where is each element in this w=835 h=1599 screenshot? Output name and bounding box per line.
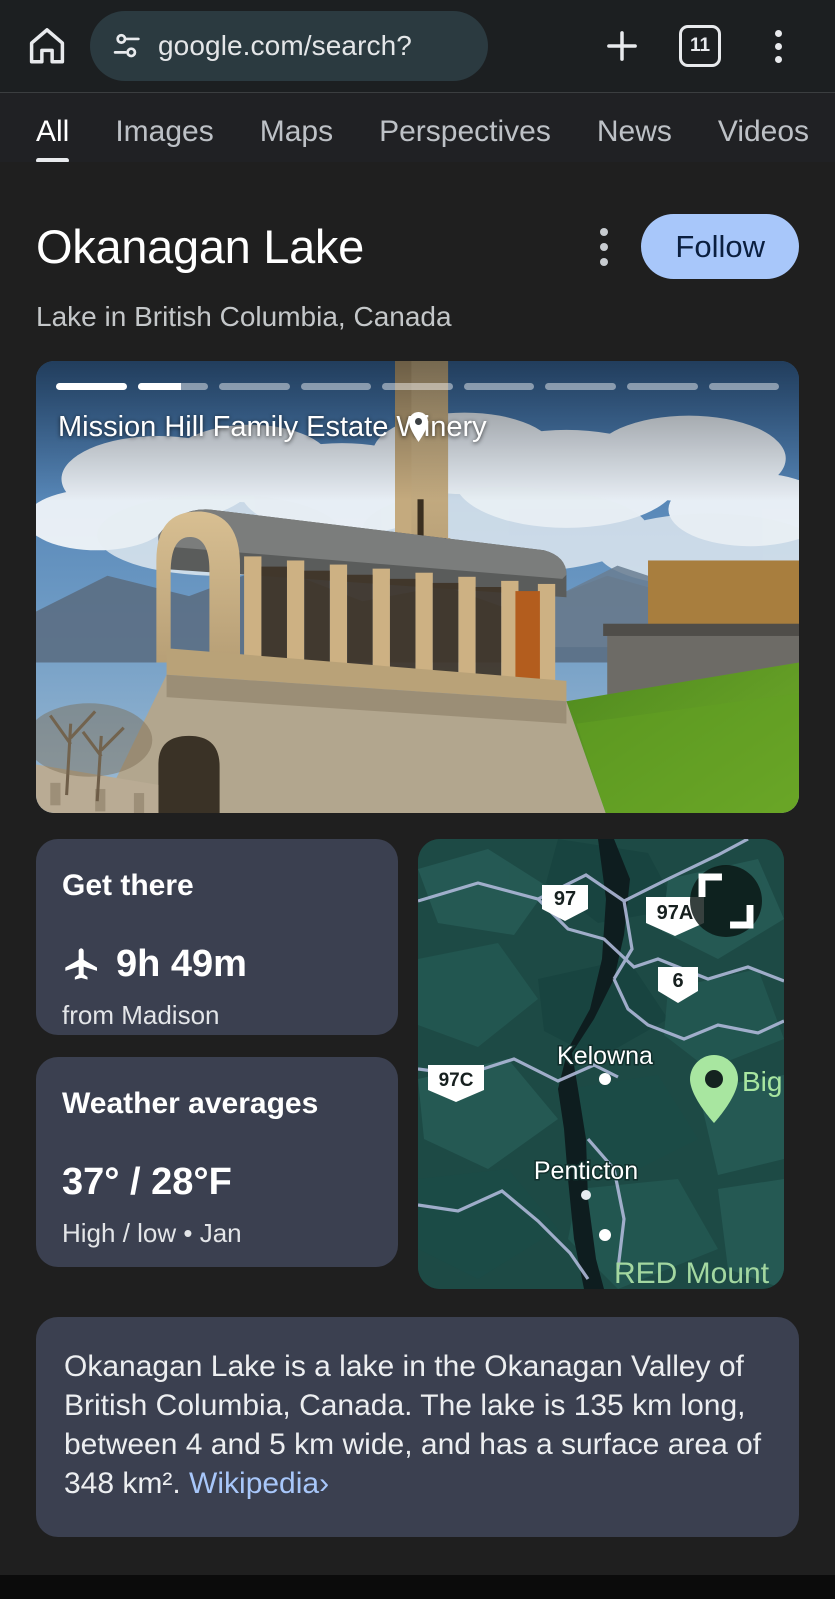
left-cards-column: Get there 9h 49m from Madison Weather av… xyxy=(36,839,398,1289)
map-expand-button[interactable] xyxy=(690,865,762,937)
description-body: Okanagan Lake is a lake in the Okanagan … xyxy=(64,1350,762,1500)
svg-text:RED Mount: RED Mount xyxy=(614,1257,770,1289)
weather-detail: High / low • Jan xyxy=(62,1218,242,1248)
carousel-progress[interactable] xyxy=(56,383,780,390)
carousel-segment[interactable] xyxy=(300,383,372,390)
svg-text:Penticton: Penticton xyxy=(534,1157,638,1185)
svg-text:Kelowna: Kelowna xyxy=(557,1042,653,1070)
plus-icon xyxy=(607,31,637,61)
carousel-segment[interactable] xyxy=(708,383,780,390)
tab-perspectives[interactable]: Perspectives xyxy=(379,93,551,149)
svg-text:97A: 97A xyxy=(657,902,694,924)
bottom-strip xyxy=(0,1575,835,1599)
photo-caption: Mission Hill Family Estate Winery xyxy=(58,411,779,444)
page-subtitle: Lake in British Columbia, Canada xyxy=(36,301,452,332)
url-text: google.com/search? xyxy=(158,30,412,61)
get-there-origin: from Madison xyxy=(62,1000,220,1030)
carousel-segment[interactable] xyxy=(56,383,127,390)
new-tab-button[interactable] xyxy=(585,11,659,81)
svg-text:97C: 97C xyxy=(439,1070,474,1091)
tab-images[interactable]: Images xyxy=(115,93,213,149)
chevron-right-icon: › xyxy=(319,1467,330,1500)
mobile-browser-screen: google.com/search? 11 All Images Maps Pe… xyxy=(0,0,835,1599)
carousel-segment[interactable] xyxy=(219,383,290,390)
get-there-duration-row: 9h 49m xyxy=(62,943,372,986)
knowledge-panel: Okanagan Lake Follow Lake in British Col… xyxy=(0,162,835,1575)
tab-news[interactable]: News xyxy=(597,93,672,149)
more-vertical-icon xyxy=(774,29,782,63)
weather-temps: 37° / 28°F xyxy=(62,1161,232,1203)
carousel-segment[interactable] xyxy=(626,383,698,390)
expand-icon xyxy=(698,873,754,929)
browser-toolbar: google.com/search? 11 xyxy=(0,0,835,92)
tune-icon xyxy=(113,33,140,58)
photo-carousel[interactable]: Mission Hill Family Estate Winery xyxy=(36,361,799,813)
home-icon xyxy=(29,28,65,64)
home-button[interactable] xyxy=(20,19,74,73)
tab-all[interactable]: All xyxy=(36,93,70,162)
description-card: Okanagan Lake is a lake in the Okanagan … xyxy=(36,1317,799,1537)
carousel-segment[interactable] xyxy=(463,383,535,390)
url-bar[interactable]: google.com/search? xyxy=(90,11,488,81)
weather-card[interactable]: Weather averages 37° / 28°F High / low •… xyxy=(36,1057,398,1267)
knowledge-panel-menu-button[interactable] xyxy=(581,218,627,276)
get-there-title: Get there xyxy=(62,869,194,902)
svg-text:Big: Big xyxy=(742,1066,782,1097)
tab-maps[interactable]: Maps xyxy=(260,93,333,149)
carousel-segment[interactable] xyxy=(137,383,209,390)
page-title: Okanagan Lake xyxy=(36,220,364,273)
chrome-actions: 11 xyxy=(585,11,815,81)
svg-text:6: 6 xyxy=(672,970,683,992)
carousel-segment[interactable] xyxy=(382,383,453,390)
follow-button[interactable]: Follow xyxy=(641,214,799,279)
location-pin-icon xyxy=(409,412,428,442)
airplane-icon xyxy=(65,947,97,980)
carousel-segment[interactable] xyxy=(545,383,616,390)
knowledge-panel-header: Okanagan Lake Follow xyxy=(0,162,835,279)
tab-count-badge: 11 xyxy=(679,25,721,67)
get-there-card[interactable]: Get there 9h 49m from Madison xyxy=(36,839,398,1035)
get-there-duration: 9h 49m xyxy=(116,943,247,985)
description-text: Okanagan Lake is a lake in the Okanagan … xyxy=(64,1347,771,1503)
map-card[interactable]: 97 97A 6 97C Kelowna Penticton Big RED M… xyxy=(418,839,784,1289)
svg-text:97: 97 xyxy=(554,888,576,910)
search-tabs: All Images Maps Perspectives News Videos xyxy=(0,92,835,162)
weather-title: Weather averages xyxy=(62,1087,319,1120)
browser-menu-button[interactable] xyxy=(741,11,815,81)
tab-switcher-button[interactable]: 11 xyxy=(663,11,737,81)
wikipedia-link[interactable]: Wikipedia xyxy=(189,1467,319,1500)
tab-videos[interactable]: Videos xyxy=(718,93,809,149)
info-cards-row: Get there 9h 49m from Madison Weather av… xyxy=(0,813,835,1289)
